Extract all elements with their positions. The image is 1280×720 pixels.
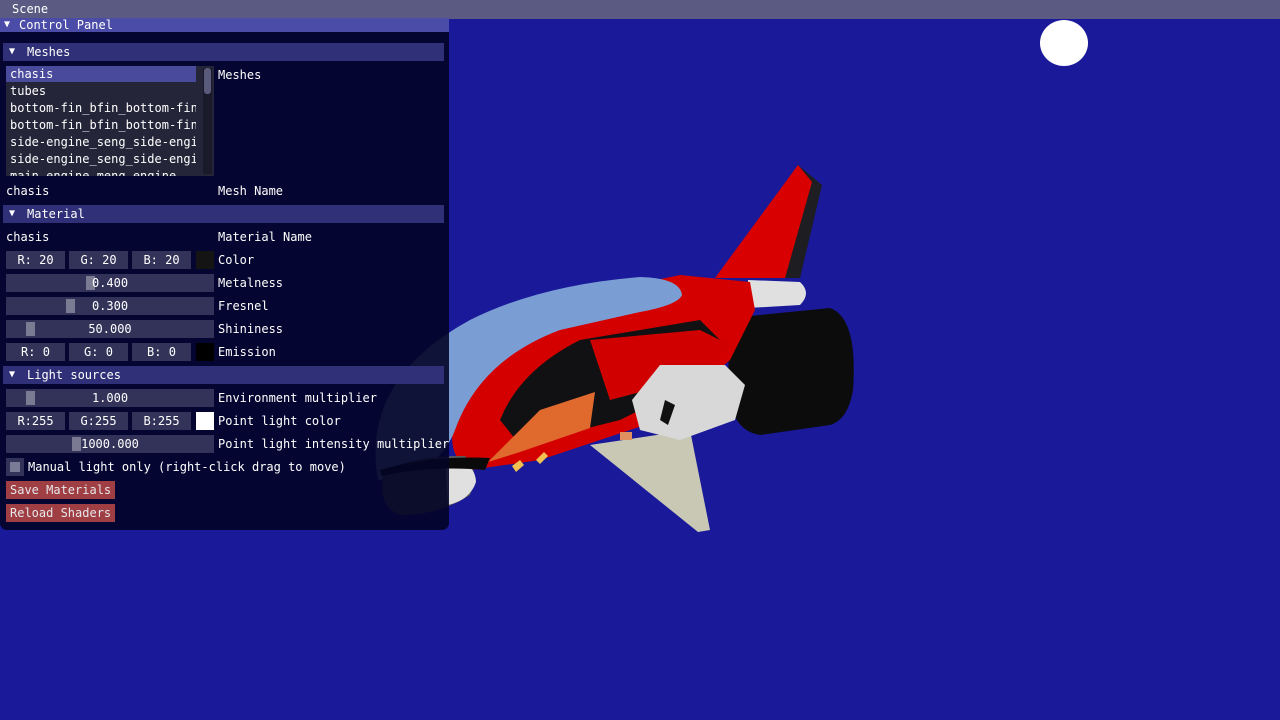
point-light-b-field[interactable]: B:255 [132, 412, 191, 430]
list-item-label: side-engine_seng_side-engir [10, 135, 196, 149]
material-header[interactable]: ▼ Material [3, 205, 444, 223]
color-swatch[interactable] [196, 251, 214, 269]
light-sources-header-label: Light sources [27, 368, 121, 382]
scrollbar-thumb[interactable] [204, 68, 211, 94]
fresnel-label: Fresnel [218, 299, 269, 313]
emission-label: Emission [218, 345, 276, 359]
color-b-field[interactable]: B: 20 [132, 251, 191, 269]
emission-r-field[interactable]: R: 0 [6, 343, 65, 361]
emission-b-field[interactable]: B: 0 [132, 343, 191, 361]
meshes-header[interactable]: ▼ Meshes [3, 43, 444, 61]
list-item-label: side-engine_seng_side-engir [10, 152, 196, 166]
reload-shaders-button[interactable]: Reload Shaders [6, 504, 116, 522]
point-light-g-field[interactable]: G:255 [69, 412, 128, 430]
checkbox-mark [10, 462, 20, 472]
material-name-label: Material Name [218, 230, 312, 244]
point-light-color-label: Point light color [218, 414, 341, 428]
emission-swatch[interactable] [196, 343, 214, 361]
environment-multiplier-value: 1.000 [91, 391, 129, 405]
meshes-collapse-arrow-icon: ▼ [9, 46, 16, 57]
manual-light-checkbox[interactable] [6, 458, 24, 476]
list-item[interactable]: main-engine_meng_engine [6, 168, 196, 176]
metalness-value: 0.400 [91, 276, 129, 290]
list-item[interactable]: tubes [6, 83, 196, 99]
list-item[interactable]: bottom-fin_bfin_bottom-fin [6, 117, 196, 133]
control-panel-title: Control Panel [19, 18, 113, 32]
metalness-slider[interactable]: 0.400 [6, 274, 214, 292]
meshes-listbox[interactable]: chasis tubes bottom-fin_bfin_bottom-fin-… [6, 66, 214, 176]
color-r-field[interactable]: R: 20 [6, 251, 65, 269]
environment-multiplier-label: Environment multiplier [218, 391, 377, 405]
material-name-value: chasis [6, 230, 50, 244]
mesh-name-label: Mesh Name [218, 184, 284, 198]
metalness-label: Metalness [218, 276, 284, 290]
list-item[interactable]: chasis [6, 66, 196, 82]
collapse-arrow-icon[interactable]: ▼ [4, 18, 10, 32]
list-item[interactable]: side-engine_seng_side-engir [6, 134, 196, 150]
point-light-intensity-value: 1000.000 [81, 437, 139, 451]
shininess-value: 50.000 [88, 322, 132, 336]
mesh-name-value: chasis [6, 184, 50, 198]
light-sources-collapse-arrow-icon: ▼ [9, 369, 16, 380]
emission-g-field[interactable]: G: 0 [69, 343, 128, 361]
list-item-label: bottom-fin_bfin_bottom-fin [10, 118, 196, 132]
fresnel-slider[interactable]: 0.300 [6, 297, 214, 315]
list-item[interactable]: bottom-fin_bfin_bottom-fin- [6, 100, 196, 116]
manual-light-label: Manual light only (right-click drag to m… [28, 460, 346, 474]
point-light-r-field[interactable]: R:255 [6, 412, 65, 430]
meshes-header-label: Meshes [27, 45, 71, 59]
list-item-label: chasis [10, 67, 54, 81]
color-label: Color [218, 253, 255, 267]
point-light-sphere [1040, 20, 1088, 66]
meshes-scrollbar[interactable] [203, 68, 212, 174]
point-light-color-swatch[interactable] [196, 412, 214, 430]
shininess-label: Shininess [218, 322, 284, 336]
shininess-slider[interactable]: 50.000 [6, 320, 214, 338]
menu-scene[interactable]: Scene [12, 2, 48, 17]
point-light-intensity-label: Point light intensity multiplier [218, 437, 449, 451]
point-light-intensity-slider[interactable]: 1000.000 [6, 435, 214, 453]
list-item[interactable]: side-engine_seng_side-engir [6, 151, 196, 167]
control-panel[interactable]: ▼ Control Panel ▼ Meshes chasis tubes bo… [0, 18, 449, 530]
fresnel-value: 0.300 [91, 299, 129, 313]
save-materials-button[interactable]: Save Materials [6, 481, 116, 499]
color-g-field[interactable]: G: 20 [69, 251, 128, 269]
environment-multiplier-slider[interactable]: 1.000 [6, 389, 214, 407]
meshes-list-label: Meshes [218, 68, 262, 82]
material-header-label: Material [27, 207, 85, 221]
menubar: Scene [0, 0, 1280, 19]
list-item-label: bottom-fin_bfin_bottom-fin- [10, 101, 196, 115]
list-item-label: tubes [10, 84, 47, 98]
light-sources-header[interactable]: ▼ Light sources [3, 366, 444, 384]
material-collapse-arrow-icon: ▼ [9, 208, 16, 219]
control-panel-titlebar[interactable]: ▼ Control Panel [0, 18, 449, 32]
list-item-label: main-engine_meng_engine [10, 169, 177, 176]
